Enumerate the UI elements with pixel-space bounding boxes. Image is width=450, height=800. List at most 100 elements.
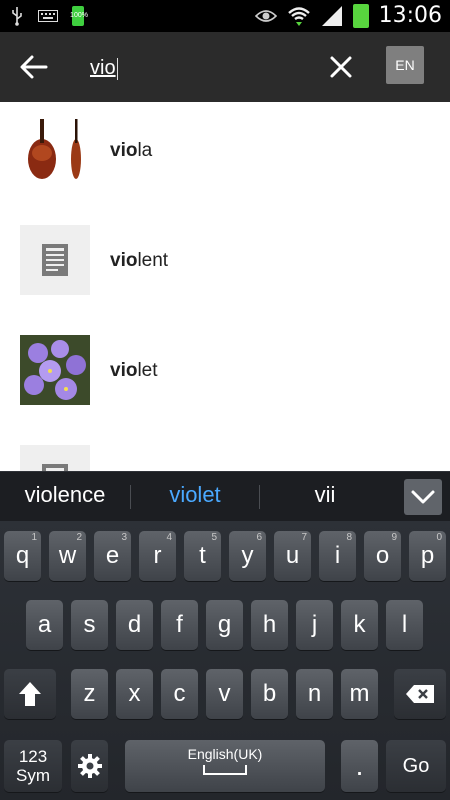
key-r[interactable]: 4r — [139, 531, 176, 581]
key-j[interactable]: j — [296, 600, 333, 650]
result-label: viola — [110, 140, 152, 162]
viola-thumbnail — [20, 115, 90, 185]
settings-key[interactable] — [71, 740, 108, 792]
back-arrow-icon[interactable] — [18, 52, 50, 82]
on-screen-keyboard: 1q 2w 3e 4r 5t 6y 7u 8i 9o 0p a s d f g … — [0, 521, 450, 800]
status-left: 100% — [10, 6, 88, 26]
suggestion-item[interactable]: violence — [0, 482, 130, 508]
list-item[interactable]: violent — [0, 212, 450, 322]
shift-arrow-icon — [19, 682, 41, 706]
search-results-list: viola violent violet — [0, 102, 450, 472]
key-n[interactable]: n — [296, 669, 333, 719]
key-k[interactable]: k — [341, 600, 378, 650]
clear-icon[interactable] — [328, 54, 354, 80]
key-label: e — [105, 542, 120, 569]
chevron-down-icon — [411, 490, 435, 504]
battery-percent-text: 100% — [70, 12, 88, 19]
key-label: r — [153, 542, 162, 569]
battery-icon: 100% — [70, 6, 88, 26]
gear-icon — [77, 754, 102, 778]
key-label: i — [334, 542, 341, 569]
violet-thumbnail — [20, 335, 90, 405]
list-item[interactable]: viola — [0, 102, 450, 212]
backspace-key[interactable] — [394, 669, 446, 719]
key-sup: 2 — [76, 532, 82, 543]
key-m[interactable]: m — [341, 669, 378, 719]
key-d[interactable]: d — [116, 600, 153, 650]
key-h[interactable]: h — [251, 600, 288, 650]
signal-icon — [321, 6, 342, 26]
keyboard-icon — [38, 10, 58, 22]
space-key[interactable]: English(UK) — [125, 740, 325, 792]
key-v[interactable]: v — [206, 669, 243, 719]
result-label: violent — [110, 250, 168, 272]
key-p[interactable]: 0p — [409, 531, 446, 581]
eye-icon — [254, 10, 277, 22]
key-sup: 1 — [31, 532, 37, 543]
list-item[interactable]: violet — [0, 322, 450, 432]
key-sup: 0 — [436, 532, 442, 543]
key-y[interactable]: 6y — [229, 531, 266, 581]
key-s[interactable]: s — [71, 600, 108, 650]
result-match: vio — [110, 140, 138, 161]
status-bar: 100% 13:06 — [0, 0, 450, 32]
text-cursor — [116, 57, 118, 80]
search-header: vio EN — [0, 32, 450, 102]
key-q[interactable]: 1q — [4, 531, 41, 581]
usb-icon — [12, 7, 22, 26]
key-label: y — [241, 542, 254, 569]
backspace-icon — [406, 685, 434, 703]
suggestion-item[interactable]: vii — [260, 482, 390, 508]
go-key[interactable]: Go — [386, 740, 446, 792]
result-match: vio — [110, 360, 138, 381]
hide-keyboard-button[interactable] — [404, 479, 442, 515]
symbols-key[interactable]: 123 Sym — [4, 740, 62, 792]
key-f[interactable]: f — [161, 600, 198, 650]
key-sup: 8 — [346, 532, 352, 543]
key-label: w — [58, 542, 77, 569]
key-sup: 5 — [211, 532, 217, 543]
key-sup: 4 — [166, 532, 172, 543]
shift-key[interactable] — [4, 669, 56, 719]
key-i[interactable]: 8i — [319, 531, 356, 581]
status-right: 13:06 — [254, 2, 442, 30]
article-thumbnail — [20, 445, 90, 472]
search-query-text: vio — [90, 57, 116, 79]
key-g[interactable]: g — [206, 600, 243, 650]
result-label: violet — [110, 360, 158, 382]
key-label: q — [15, 542, 30, 569]
key-l[interactable]: l — [386, 600, 423, 650]
key-label: t — [199, 542, 206, 569]
search-input[interactable]: vio — [90, 54, 310, 82]
key-z[interactable]: z — [71, 669, 108, 719]
result-match: vio — [110, 250, 138, 271]
key-sup: 7 — [301, 532, 307, 543]
wifi-icon — [287, 7, 310, 26]
key-w[interactable]: 2w — [49, 531, 86, 581]
key-o[interactable]: 9o — [364, 531, 401, 581]
suggestion-item[interactable]: violet — [131, 482, 259, 508]
list-item[interactable] — [0, 432, 450, 472]
key-label: p — [420, 542, 435, 569]
key-c[interactable]: c — [161, 669, 198, 719]
article-icon — [42, 464, 68, 472]
article-icon — [42, 244, 68, 276]
space-icon — [203, 765, 247, 775]
result-rest: let — [137, 360, 158, 381]
key-a[interactable]: a — [26, 600, 63, 650]
key-sup: 9 — [391, 532, 397, 543]
key-label: u — [285, 542, 300, 569]
suggestion-bar: violence violet vii — [0, 471, 450, 522]
key-b[interactable]: b — [251, 669, 288, 719]
key-t[interactable]: 5t — [184, 531, 221, 581]
key-e[interactable]: 3e — [94, 531, 131, 581]
article-thumbnail — [20, 225, 90, 295]
period-key[interactable]: . — [341, 740, 378, 792]
result-rest: lent — [137, 250, 169, 271]
clock: 13:06 — [378, 3, 442, 28]
key-label: o — [375, 542, 390, 569]
key-x[interactable]: x — [116, 669, 153, 719]
key-u[interactable]: 7u — [274, 531, 311, 581]
battery-icon — [352, 4, 369, 28]
language-button[interactable]: EN — [386, 46, 424, 84]
